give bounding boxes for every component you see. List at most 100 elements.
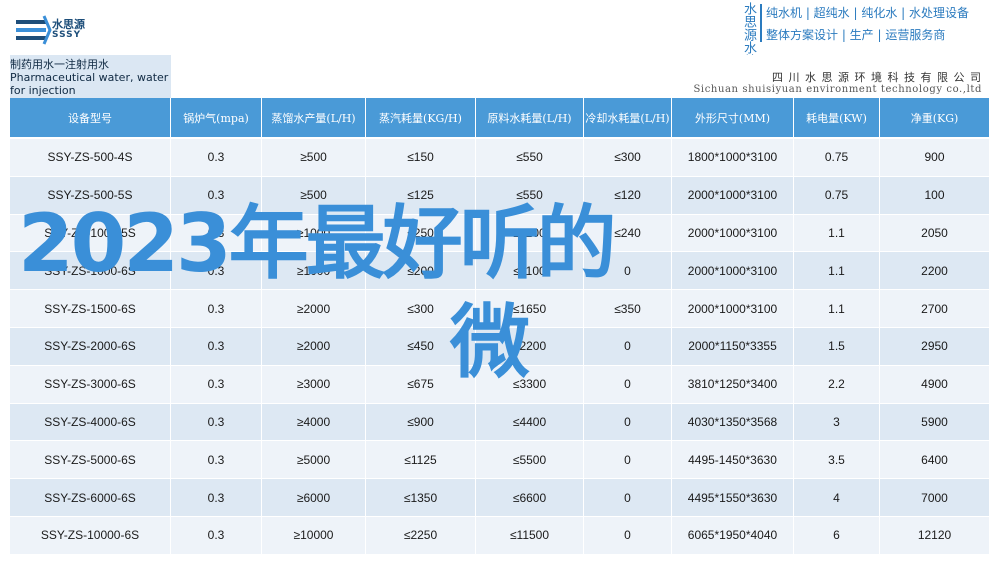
table-cell: ≥10000 [262, 516, 366, 554]
table-cell: 0 [584, 327, 672, 365]
table-cell: 4030*1350*3568 [672, 403, 794, 441]
table-cell: ≤11500 [476, 516, 584, 554]
table-cell: ≥2000 [262, 327, 366, 365]
table-cell: 2000*1000*3100 [672, 214, 794, 252]
table-cell: 2200 [880, 252, 990, 290]
table-cell: 3 [794, 403, 880, 441]
table-row: SSY-ZS-4000-6S 0.3 ≥4000 ≤900 ≤4400 0 4030*135… [10, 403, 990, 442]
table-cell: 0.3 [171, 479, 262, 516]
column-header: 冷却水耗量(L/H) [584, 98, 672, 137]
table-cell: ≤2250 [366, 516, 476, 554]
table-cell: ≤1125 [366, 441, 476, 479]
table-cell: ≥6000 [262, 479, 366, 516]
service-divider [760, 4, 762, 42]
table-cell: 2000*1000*3100 [672, 290, 794, 327]
table-cell: 12120 [880, 516, 990, 554]
table-cell: 2700 [880, 290, 990, 327]
column-header: 耗电量(KW) [794, 98, 880, 137]
table-cell: SSY-ZS-4000-6S [10, 403, 171, 441]
services-line-1: 纯水机 | 超纯水 | 纯化水 | 水处理设备 [766, 6, 970, 20]
table-cell: 1.5 [794, 327, 880, 365]
services-line-2: 整体方案设计 | 生产 | 运营服务商 [766, 28, 946, 42]
table-cell: 0.3 [171, 327, 262, 365]
table-cell: ≥500 [262, 139, 366, 176]
table-cell: ≤300 [584, 139, 672, 176]
logo-english-name: SSSY [52, 30, 82, 40]
table-cell: 2050 [880, 214, 990, 252]
table-cell: 6065*1950*4040 [672, 516, 794, 554]
column-header: 蒸汽耗量(KG/H) [366, 98, 476, 137]
table-cell: SSY-ZS-2000-6S [10, 327, 171, 365]
table-cell: 4495-1450*3630 [672, 441, 794, 479]
table-cell: 900 [880, 139, 990, 176]
table-cell: 2950 [880, 327, 990, 365]
table-cell: 3810*1250*3400 [672, 365, 794, 403]
table-cell: 0.3 [171, 139, 262, 176]
table-cell: 2000*1000*3100 [672, 176, 794, 214]
table-cell: 0.75 [794, 139, 880, 176]
table-cell: 0 [584, 441, 672, 479]
company-name-en: Sichuan shuisiyuan environment technolog… [693, 84, 982, 95]
table-cell: ≤1350 [366, 479, 476, 516]
table-cell: 6 [794, 516, 880, 554]
table-cell: ≥2000 [262, 290, 366, 327]
table-cell: ≤350 [584, 290, 672, 327]
table-cell: 1.1 [794, 214, 880, 252]
table-cell: 0.3 [171, 290, 262, 327]
table-cell: SSY-ZS-1500-6S [10, 290, 171, 327]
column-header: 设备型号 [10, 98, 171, 137]
table-cell: ≤150 [366, 139, 476, 176]
column-header: 净重(KG) [880, 98, 990, 137]
table-title: 制药用水一注射用水 Pharmaceutical water, water fo… [10, 55, 171, 98]
table-cell: SSY-ZS-10000-6S [10, 516, 171, 554]
table-header: 设备型号 锅炉气(mpa) 蒸馏水产量(L/H) 蒸汽耗量(KG/H) 原料水耗量(L/… [10, 98, 990, 137]
table-cell: SSY-ZS-6000-6S [10, 479, 171, 516]
table-cell: SSY-ZS-500-4S [10, 139, 171, 176]
table-cell: 2000*1150*3355 [672, 327, 794, 365]
table-cell: 0 [584, 403, 672, 441]
column-header: 锅炉气(mpa) [171, 98, 262, 137]
column-header: 原料水耗量(L/H) [476, 98, 584, 137]
table-cell: ≤5500 [476, 441, 584, 479]
table-cell: SSY-ZS-5000-6S [10, 441, 171, 479]
table-cell: 0.75 [794, 176, 880, 214]
table-cell: ≤550 [476, 139, 584, 176]
table-cell: 100 [880, 176, 990, 214]
table-cell: SSY-ZS-3000-6S [10, 365, 171, 403]
table-cell: ≤900 [366, 403, 476, 441]
column-header: 蒸馏水产量(L/H) [262, 98, 366, 137]
table-cell: 0.3 [171, 403, 262, 441]
overlay-headline-2: 微 [450, 296, 530, 389]
table-cell: 7000 [880, 479, 990, 516]
table-cell: ≥4000 [262, 403, 366, 441]
table-row: SSY-ZS-10000-6S 0.3 ≥10000 ≤2250 ≤11500 0 6065… [10, 516, 990, 555]
table-row: SSY-ZS-5000-6S 0.3 ≥5000 ≤1125 ≤5500 0 4495-14… [10, 441, 990, 480]
table-cell: 0.3 [171, 516, 262, 554]
table-cell: ≤6600 [476, 479, 584, 516]
overlay-headline: 2023年最好听的 [18, 197, 617, 290]
table-cell: 1.1 [794, 290, 880, 327]
table-cell: 1.1 [794, 252, 880, 290]
table-cell: 6400 [880, 441, 990, 479]
table-cell: 2.2 [794, 365, 880, 403]
company-logo-icon [16, 15, 52, 45]
table-cell: 0 [584, 365, 672, 403]
table-cell: 2000*1000*3100 [672, 252, 794, 290]
table-cell: ≤4400 [476, 403, 584, 441]
company-name-cn: 四 川 水 思 源 环 境 科 技 有 限 公 司 [772, 71, 982, 84]
table-cell: ≥3000 [262, 365, 366, 403]
table-cell: 1800*1000*3100 [672, 139, 794, 176]
table-cell: 0 [584, 516, 672, 554]
table-cell: 0.3 [171, 365, 262, 403]
table-cell: 4900 [880, 365, 990, 403]
table-cell: 3.5 [794, 441, 880, 479]
table-cell: 4495*1550*3630 [672, 479, 794, 516]
table-cell: 4 [794, 479, 880, 516]
table-cell: 5900 [880, 403, 990, 441]
table-row: SSY-ZS-6000-6S 0.3 ≥6000 ≤1350 ≤6600 0 4495*15… [10, 479, 990, 517]
table-cell: 0.3 [171, 441, 262, 479]
table-cell: 0 [584, 479, 672, 516]
table-row: SSY-ZS-500-4S 0.3 ≥500 ≤150 ≤550 ≤300 1800*100… [10, 139, 990, 177]
column-header: 外形尺寸(MM) [672, 98, 794, 137]
table-cell: ≥5000 [262, 441, 366, 479]
